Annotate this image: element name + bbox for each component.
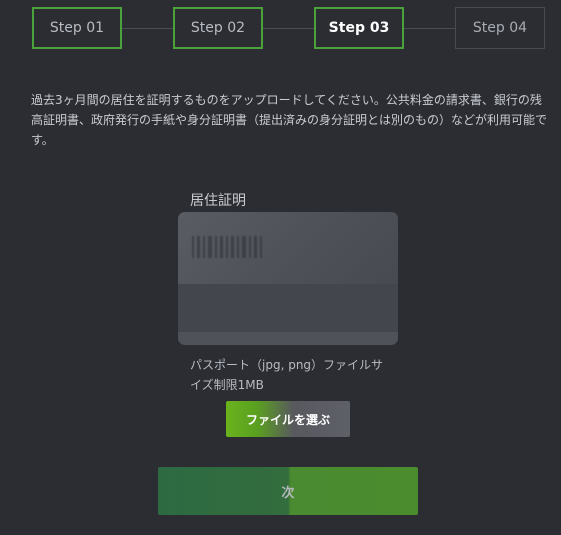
step-connector	[263, 28, 315, 29]
upload-preview[interactable]	[178, 212, 398, 345]
step-01-label: Step 01	[49, 20, 105, 36]
step-04-label: Step 04	[472, 20, 528, 36]
instructions-text: 過去3ヶ月間の居住を証明するものをアップロードしてください。公共料金の請求書、銀…	[31, 93, 548, 147]
step-03[interactable]: Step 03	[314, 7, 404, 49]
choose-file-button[interactable]: ファイルを選ぶ	[226, 401, 350, 437]
step-01[interactable]: Step 01	[32, 7, 122, 49]
step-02-label: Step 02	[190, 20, 246, 36]
upload-hint: パスポート（jpg, png）ファイルサイズ制限1MB	[190, 358, 384, 392]
step-03-label: Step 03	[328, 20, 390, 36]
next-button[interactable]: 次	[158, 467, 418, 515]
barcode-icon	[192, 236, 276, 258]
upload-title: 居住証明	[190, 193, 246, 209]
step-connector	[122, 28, 174, 29]
step-04[interactable]: Step 04	[455, 7, 545, 49]
step-02[interactable]: Step 02	[173, 7, 263, 49]
step-connector	[404, 28, 456, 29]
stepper: Step 01 Step 02 Step 03 Step 04	[0, 0, 561, 60]
card-placeholder-stripe	[178, 284, 398, 332]
card-placeholder-bottom	[178, 332, 398, 345]
